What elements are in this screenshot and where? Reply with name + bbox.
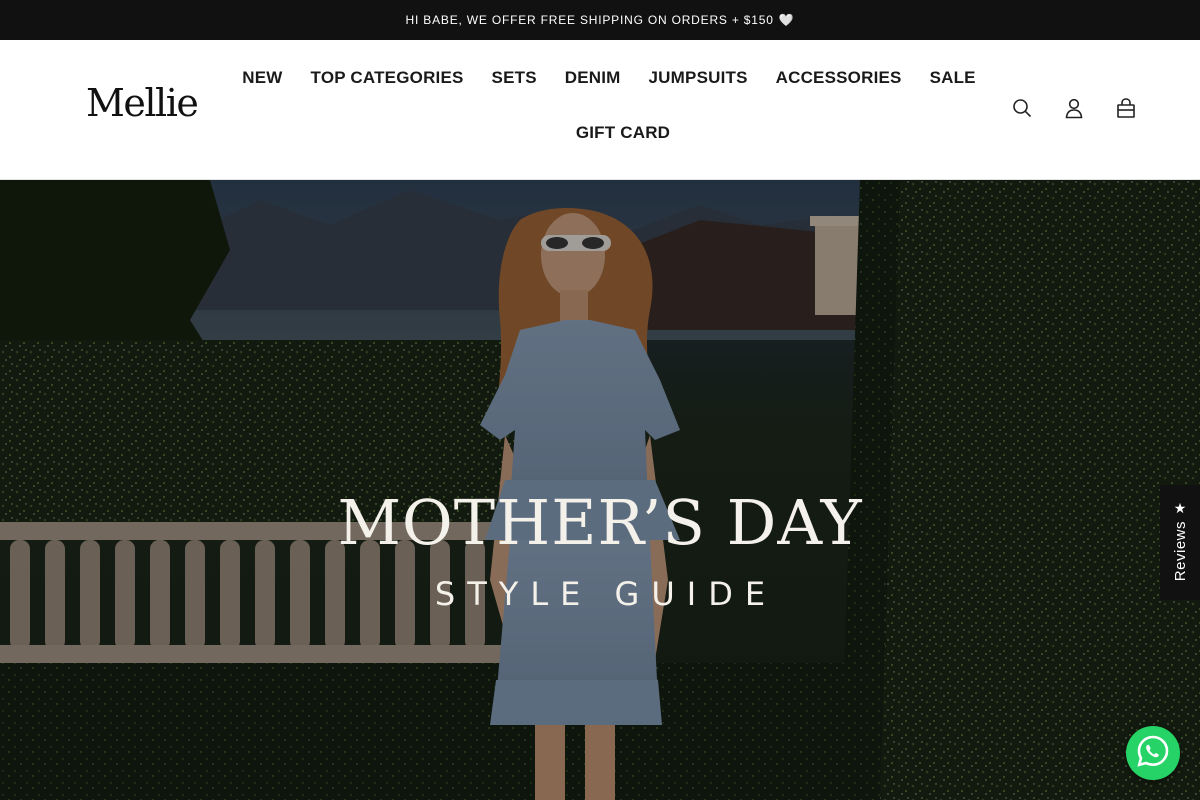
cart-icon[interactable] — [1116, 97, 1136, 119]
announcement-text: HI BABE, WE OFFER FREE SHIPPING ON ORDER… — [405, 13, 774, 27]
white-heart-emoji: 🤍 — [778, 13, 795, 27]
star-icon: ★ — [1173, 500, 1187, 516]
nav-denim[interactable]: DENIM — [565, 68, 621, 88]
hero-banner[interactable]: MOTHER’S DAY STYLE GUIDE — [0, 180, 1200, 800]
nav-accessories[interactable]: ACCESSORIES — [776, 68, 902, 88]
nav-jumpsuits[interactable]: JUMPSUITS — [649, 68, 748, 88]
main-nav-row-2: GIFT CARD — [254, 123, 992, 143]
search-icon[interactable] — [1012, 97, 1032, 119]
hero-subtitle: STYLE GUIDE — [434, 575, 778, 613]
reviews-tab[interactable]: ★ Reviews — [1160, 485, 1200, 600]
site-header: Mellie NEW TOP CATEGORIES SETS DENIM JUM… — [0, 40, 1200, 180]
hero-title: MOTHER’S DAY — [337, 486, 863, 559]
whatsapp-icon — [1135, 733, 1171, 774]
nav-top-categories[interactable]: TOP CATEGORIES — [311, 68, 464, 88]
nav-sets[interactable]: SETS — [492, 68, 537, 88]
nav-sale[interactable]: SALE — [930, 68, 976, 88]
reviews-tab-label: Reviews — [1171, 521, 1189, 582]
logo[interactable]: Mellie — [86, 84, 199, 122]
announcement-bar: HI BABE, WE OFFER FREE SHIPPING ON ORDER… — [0, 0, 1200, 40]
whatsapp-button[interactable] — [1126, 726, 1180, 780]
nav-gift-card[interactable]: GIFT CARD — [576, 123, 670, 143]
nav-new[interactable]: NEW — [242, 68, 282, 88]
header-icons — [1012, 97, 1136, 119]
main-nav: NEW TOP CATEGORIES SETS DENIM JUMPSUITS … — [242, 68, 975, 88]
account-icon[interactable] — [1064, 97, 1084, 119]
